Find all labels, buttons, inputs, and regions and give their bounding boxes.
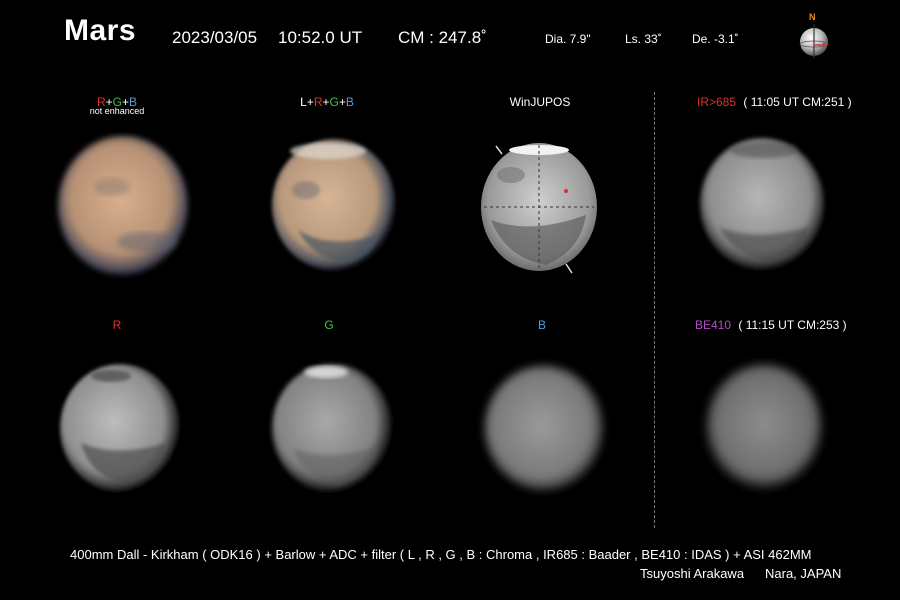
declination: De. -3.1˚ <box>692 32 739 46</box>
mars-b-filter-image <box>484 365 604 491</box>
ir-label-group: IR>685 ( 11:05 UT CM:251 ) <box>697 95 852 109</box>
be410-label: BE410 <box>695 318 732 332</box>
apparent-diameter: Dia. 7.9" <box>545 32 591 46</box>
observation-time: 10:52.0 UT <box>278 28 363 47</box>
object-title: Mars <box>64 14 137 47</box>
rgb-sublabel: not enhanced <box>89 106 145 116</box>
equipment-caption: 400mm Dall - Kirkham ( ODK16 ) + Barlow … <box>70 547 812 562</box>
b-filter-label: B <box>537 318 546 332</box>
mars-g-filter-image <box>272 364 392 492</box>
g-filter-label: G <box>324 318 334 332</box>
mars-lrgb-image <box>272 139 396 271</box>
winjupos-label: WinJUPOS <box>509 95 571 109</box>
r-filter-label: R <box>112 318 122 332</box>
be410-info: ( 11:15 UT CM:253 ) <box>738 318 847 332</box>
central-meridian: CM : 247.8˚ <box>398 28 487 47</box>
mars-be410-image <box>706 364 822 488</box>
mars-r-filter-image <box>60 364 180 492</box>
ir-label: IR>685 <box>697 95 737 109</box>
lrgb-label: L+R+G+B <box>300 95 354 109</box>
ir-info: ( 11:05 UT CM:251 ) <box>743 95 852 109</box>
section-divider <box>654 92 655 528</box>
mars-rgb-image <box>58 136 188 276</box>
be410-label-group: BE410 ( 11:15 UT CM:253 ) <box>695 318 847 332</box>
mars-ir685-image <box>700 138 824 270</box>
observer-location: Nara, JAPAN <box>765 566 842 581</box>
compass-north-label: N <box>809 12 816 22</box>
observer-name: Tsuyoshi Arakawa <box>640 566 745 581</box>
winjupos-axis-marks <box>495 145 573 274</box>
solar-longitude: Ls. 33˚ <box>625 32 662 46</box>
observation-date: 2023/03/05 <box>172 28 258 47</box>
